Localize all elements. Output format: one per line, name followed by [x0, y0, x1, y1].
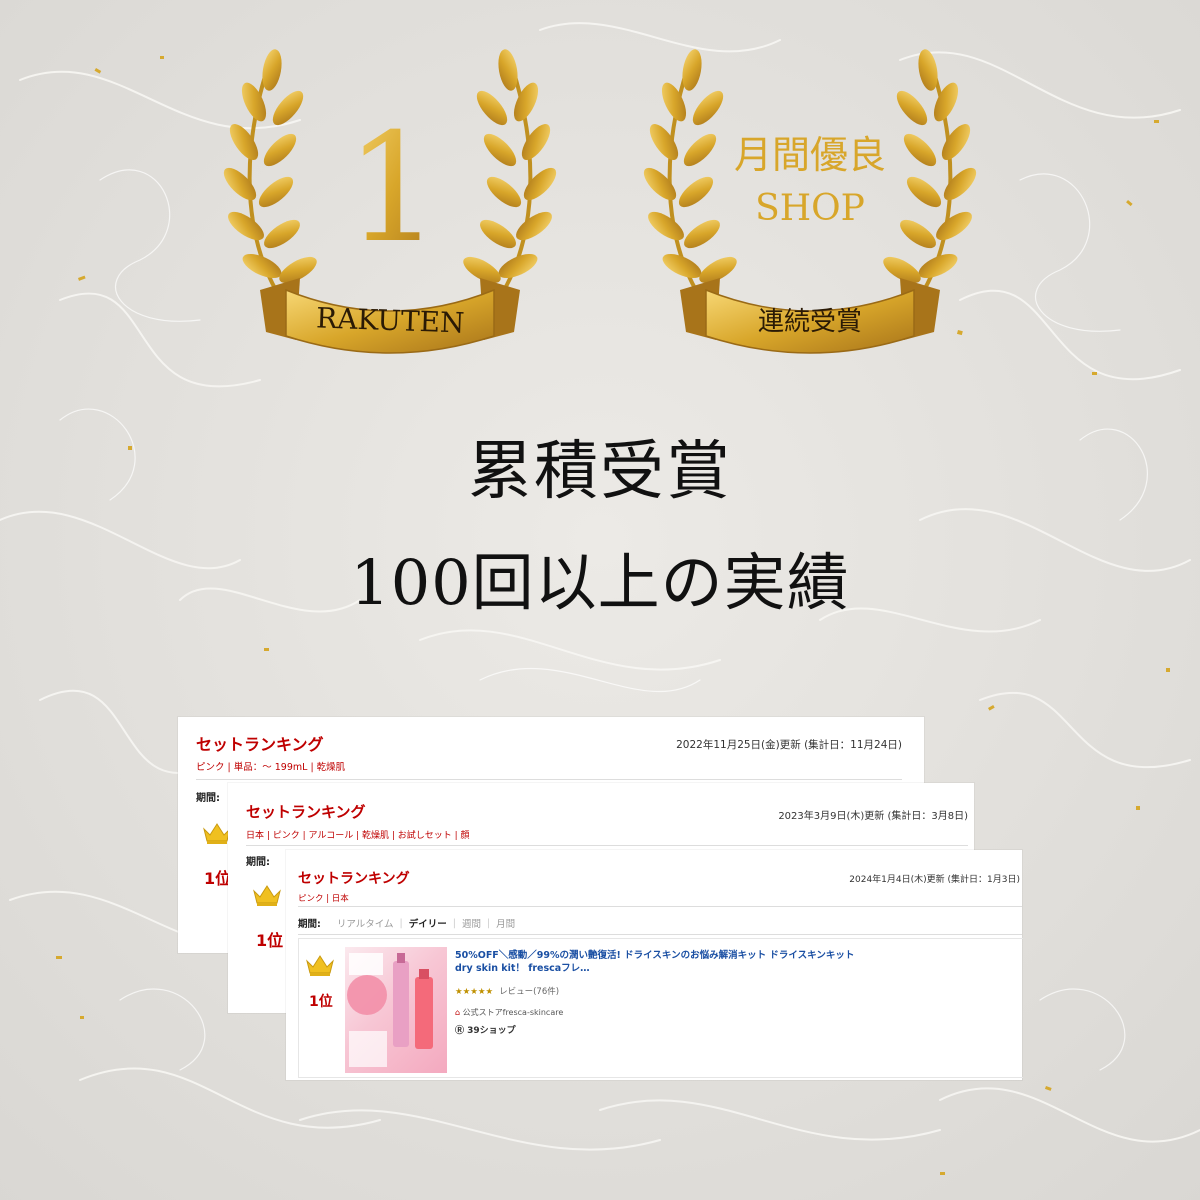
award-line-1: 月間優良	[734, 133, 886, 177]
ranking-product-item: 1位 50%OFF＼感動／99%の潤い艶復活! ドライスキンのお悩み解消キット …	[298, 938, 1023, 1078]
divider	[298, 934, 1022, 935]
tab-realtime[interactable]: リアルタイム	[337, 916, 394, 930]
review-count[interactable]: レビュー(76件)	[499, 987, 559, 997]
award-ribbon-text: RAKUTEN	[316, 301, 465, 339]
period-label: 期間:	[298, 919, 321, 930]
product-image[interactable]	[345, 947, 447, 1073]
divider	[196, 779, 902, 780]
period-tabs: 期間: リアルタイム | デイリー | 週間 | 月間	[298, 916, 515, 931]
ranking-card-tags[interactable]: 日本 | ピンク | アルコール | 乾燥肌 | お試しセット | 顔	[246, 828, 470, 841]
headline-cumulative-awards: 累積受賞	[468, 435, 732, 509]
tab-separator: |	[486, 917, 491, 929]
award-line-2: SHOP	[755, 188, 865, 229]
review-stars[interactable]: ★★★★★ レビュー(76件)	[455, 985, 559, 997]
ranking-card-tags[interactable]: ピンク | 日本	[298, 892, 349, 904]
ranking-card-date: 2022年11月25日(金)更新 (集計日：11月24日)	[676, 739, 902, 751]
tab-monthly[interactable]: 月間	[496, 916, 515, 930]
period-label: 期間:	[246, 857, 270, 868]
tab-weekly[interactable]: 週間	[462, 916, 481, 930]
rank-label: 1位	[309, 994, 333, 1010]
divider	[246, 845, 968, 846]
tab-separator: |	[399, 917, 403, 929]
ranking-card-title: セットランキング	[196, 735, 324, 754]
tab-daily[interactable]: デイリー	[409, 916, 447, 930]
ranking-card-date: 2023年3月9日(木)更新 (集計日：3月8日)	[778, 811, 968, 822]
star-rating-icon: ★★★★★	[455, 987, 494, 997]
ranking-card-title: セットランキング	[298, 871, 410, 887]
rakuten-no1-award-badge: 1 RAKUTEN	[210, 40, 570, 380]
rank-label: 1位	[256, 931, 284, 950]
crown-icon	[253, 885, 281, 906]
point-icon: Ⓡ	[455, 1026, 465, 1036]
ranking-card-tags[interactable]: ピンク | 単品：～ 199mL | 乾燥肌	[196, 759, 345, 773]
shop-name-link[interactable]: 公式ストアfresca-skincare	[463, 1008, 564, 1017]
award-number: 1	[345, 102, 440, 276]
point-info: Ⓡ 39ショップ	[455, 1023, 516, 1036]
crown-icon	[306, 955, 334, 976]
headline-track-record: 100回以上の実績	[350, 546, 850, 619]
ranking-card-2024: セットランキング ピンク | 日本 2024年1月4日(木)更新 (集計日：1月…	[286, 850, 1023, 1080]
product-name-link[interactable]: 50%OFF＼感動／99%の潤い艶復活! ドライスキンのお悩み解消キット ドライ…	[455, 949, 875, 975]
tab-separator: |	[452, 917, 456, 929]
monthly-excellent-shop-badge: 月間優良 SHOP 連続受賞	[630, 40, 990, 380]
point-text: 39ショップ	[467, 1026, 516, 1036]
ranking-card-date: 2024年1月4日(木)更新 (集計日：1月3日)	[849, 875, 1020, 885]
period-label: 期間:	[196, 793, 220, 804]
ranking-card-title: セットランキング	[246, 803, 366, 821]
shop-home-icon: ⌂	[455, 1008, 461, 1017]
shop-name[interactable]: ⌂ 公式ストアfresca-skincare	[455, 1007, 563, 1018]
divider	[298, 906, 1022, 907]
award-ribbon-text: 連続受賞	[758, 307, 862, 337]
